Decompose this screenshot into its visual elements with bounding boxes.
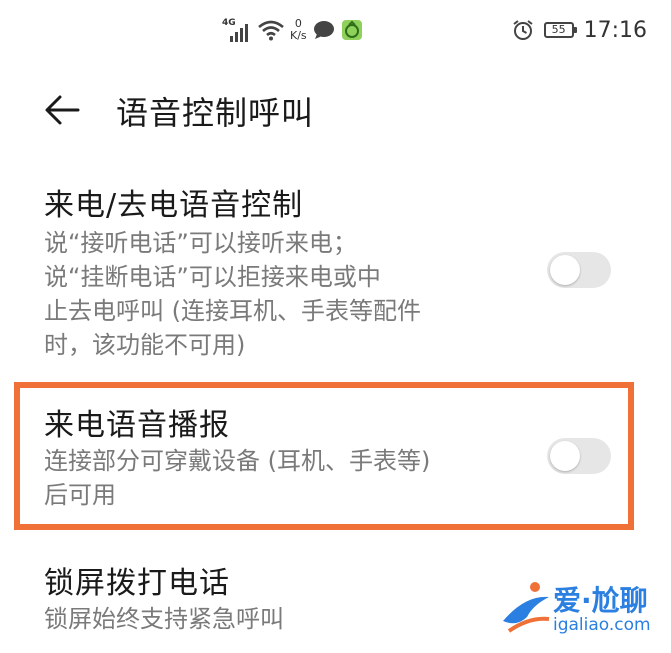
wifi-icon <box>258 20 284 41</box>
description-line: 后可用 <box>44 481 116 509</box>
cellular-signal-icon: 4G <box>222 18 252 42</box>
app-header: 语音控制呼叫 <box>0 78 671 142</box>
toggle-knob <box>550 255 580 285</box>
call-voice-control-toggle[interactable] <box>547 252 611 288</box>
alarm-clock-icon <box>512 20 533 40</box>
incoming-call-announcement-toggle[interactable] <box>547 438 611 474</box>
app-notification-icon <box>341 20 362 40</box>
status-right-group: 55 17:16 <box>512 14 647 46</box>
setting-call-voice-control: 来电/去电语音控制 说“接听电话”可以接听来电； 说“挂断电话”可以拒接来电或中… <box>0 180 671 370</box>
watermark-url: igaliao.com <box>553 615 651 635</box>
description-line: 锁屏始终支持紧急呼叫 <box>44 605 284 633</box>
setting-description: 说“接听电话”可以接听来电； 说“挂断电话”可以拒接来电或中 止去电呼叫 (连接… <box>44 226 524 362</box>
status-bar: 4G 0 K/s 55 17:16 <box>0 0 671 60</box>
setting-incoming-call-announcement: 来电语音播报 连接部分可穿戴设备 (耳机、手表等) 后可用 <box>0 400 671 520</box>
page-title: 语音控制呼叫 <box>116 94 315 132</box>
toggle-knob <box>550 441 580 471</box>
site-watermark: 爱·尬聊 igaliao.com <box>499 577 659 641</box>
battery-level: 55 <box>551 23 566 36</box>
back-arrow-icon[interactable] <box>44 92 80 128</box>
setting-title: 来电语音播报 <box>44 408 230 443</box>
description-line: 连接部分可穿戴设备 (耳机、手表等) <box>44 447 431 475</box>
net-speed-indicator: 0 K/s <box>290 18 307 42</box>
description-line: 时，该功能不可用) <box>44 331 246 359</box>
description-line: 说“挂断电话”可以拒接来电或中 <box>44 263 381 291</box>
description-line: 止去电呼叫 (连接耳机、手表等配件 <box>44 297 421 325</box>
watermark-logo-icon <box>503 582 550 633</box>
message-bubble-icon <box>313 21 334 39</box>
net-speed-unit: K/s <box>290 29 307 42</box>
description-line: 说“接听电话”可以接听来电； <box>44 229 357 257</box>
status-time: 17:16 <box>583 17 647 43</box>
setting-title: 来电/去电语音控制 <box>44 188 304 223</box>
setting-description: 锁屏始终支持紧急呼叫 <box>44 602 524 636</box>
status-left-group: 4G 0 K/s <box>222 14 363 46</box>
watermark-brand: 爱·尬聊 <box>553 584 648 617</box>
battery-icon: 55 <box>543 22 577 38</box>
setting-description: 连接部分可穿戴设备 (耳机、手表等) 后可用 <box>44 444 524 512</box>
setting-title: 锁屏拨打电话 <box>44 566 230 601</box>
